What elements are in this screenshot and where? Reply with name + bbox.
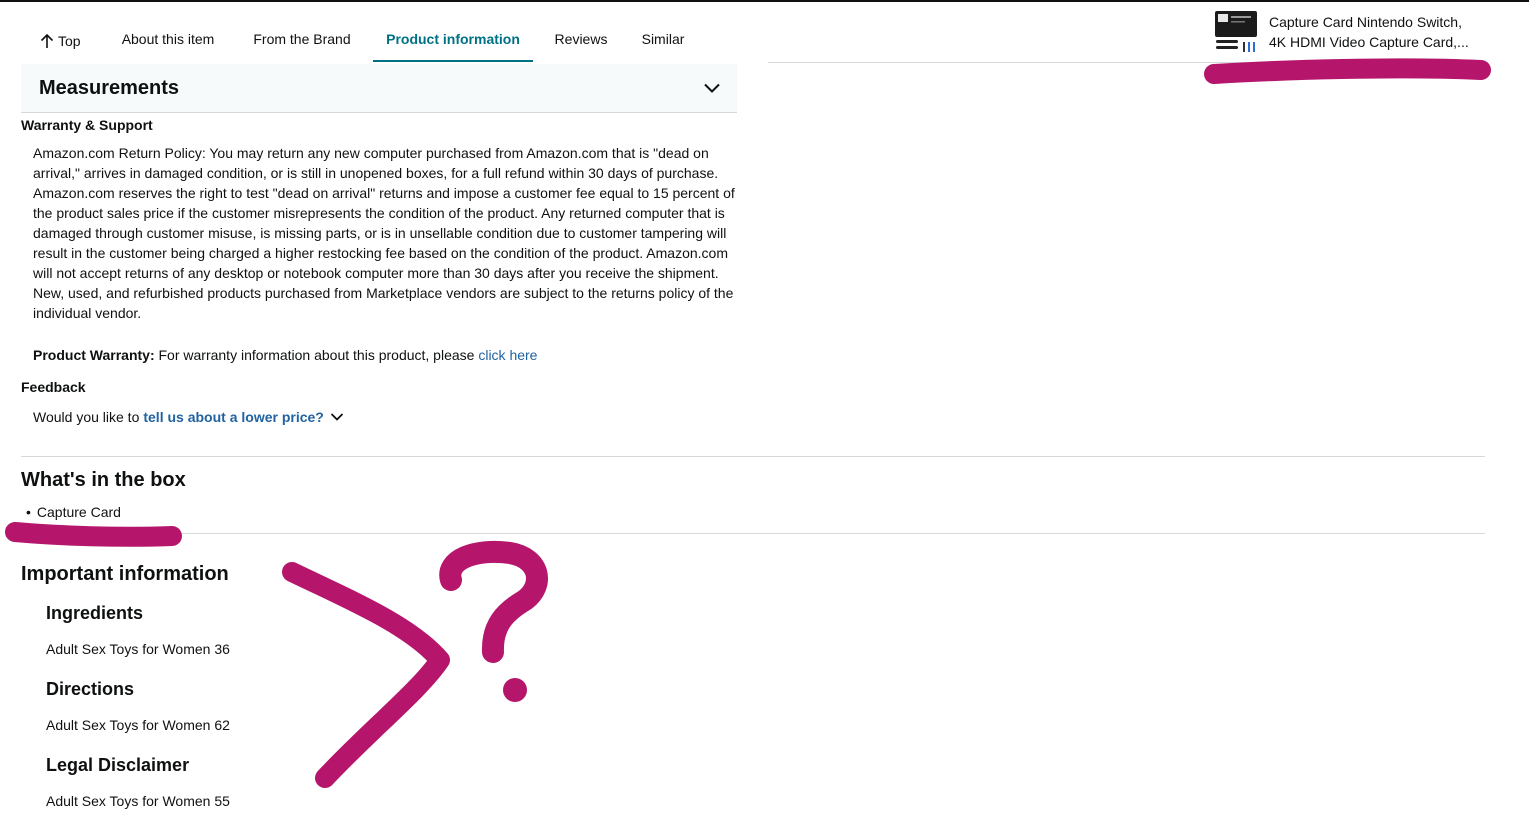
list-item: • Capture Card [26,502,121,522]
feedback-prompt: Would you like to [33,409,140,425]
ingredients-heading: Ingredients [46,603,144,623]
arrow-up-icon [40,33,54,48]
measurements-title: Measurements [39,77,180,99]
product-title-line1: Capture Card Nintendo Switch, [1269,14,1462,30]
arrow-stroke [282,562,450,788]
return-policy-text: Amazon.com Return Policy: You may return… [33,145,735,321]
important-info-title: Important information [21,563,229,585]
lower-price-link[interactable]: tell us about a lower price? [143,407,323,427]
question-mark-stroke [439,540,548,663]
section-divider [21,456,1485,457]
whats-in-box-title: What's in the box [21,469,186,491]
feedback-line: Would you like to tell us about a lower … [33,407,344,427]
chevron-down-icon [704,83,720,93]
legal-disclaimer-text: Adult Sex Toys for Women 55 [46,793,230,809]
bullet-dot: • [26,504,31,520]
product-warranty-label: Product Warranty: [33,347,155,363]
underline-stroke [1204,58,1491,84]
nav-about-item[interactable]: About this item [108,22,228,60]
measurements-accordion[interactable]: Measurements [21,64,737,113]
product-warranty: Product Warranty: For warranty informati… [33,345,537,365]
warranty-support-label: Warranty & Support [21,117,153,133]
question-mark-dot [503,678,527,702]
nav-divider [768,62,1488,63]
top-border [0,0,1529,2]
nav-reviews[interactable]: Reviews [546,22,616,60]
section-divider [21,533,1485,534]
product-thumbnail[interactable] [1214,10,1260,54]
legal-disclaimer-heading: Legal Disclaimer [46,755,190,775]
nav-similar[interactable]: Similar [632,22,694,60]
directions-text: Adult Sex Toys for Women 62 [46,717,230,733]
chevron-down-icon[interactable] [330,412,344,422]
directions-heading: Directions [46,679,135,699]
nav-product-information[interactable]: Product information [373,22,533,62]
product-title-line2: 4K HDMI Video Capture Card,... [1269,34,1469,50]
nav-from-brand[interactable]: From the Brand [242,22,362,60]
warranty-click-here-link[interactable]: click here [478,347,537,363]
nav-top-link[interactable]: Top [40,22,88,60]
nav-top-label: Top [58,33,81,49]
feedback-label: Feedback [21,379,86,395]
product-title[interactable]: Capture Card Nintendo Switch, 4K HDMI Vi… [1269,12,1499,52]
ingredients-text: Adult Sex Toys for Women 36 [46,641,230,657]
product-warranty-text: For warranty information about this prod… [158,347,475,363]
box-item-label: Capture Card [36,504,121,520]
